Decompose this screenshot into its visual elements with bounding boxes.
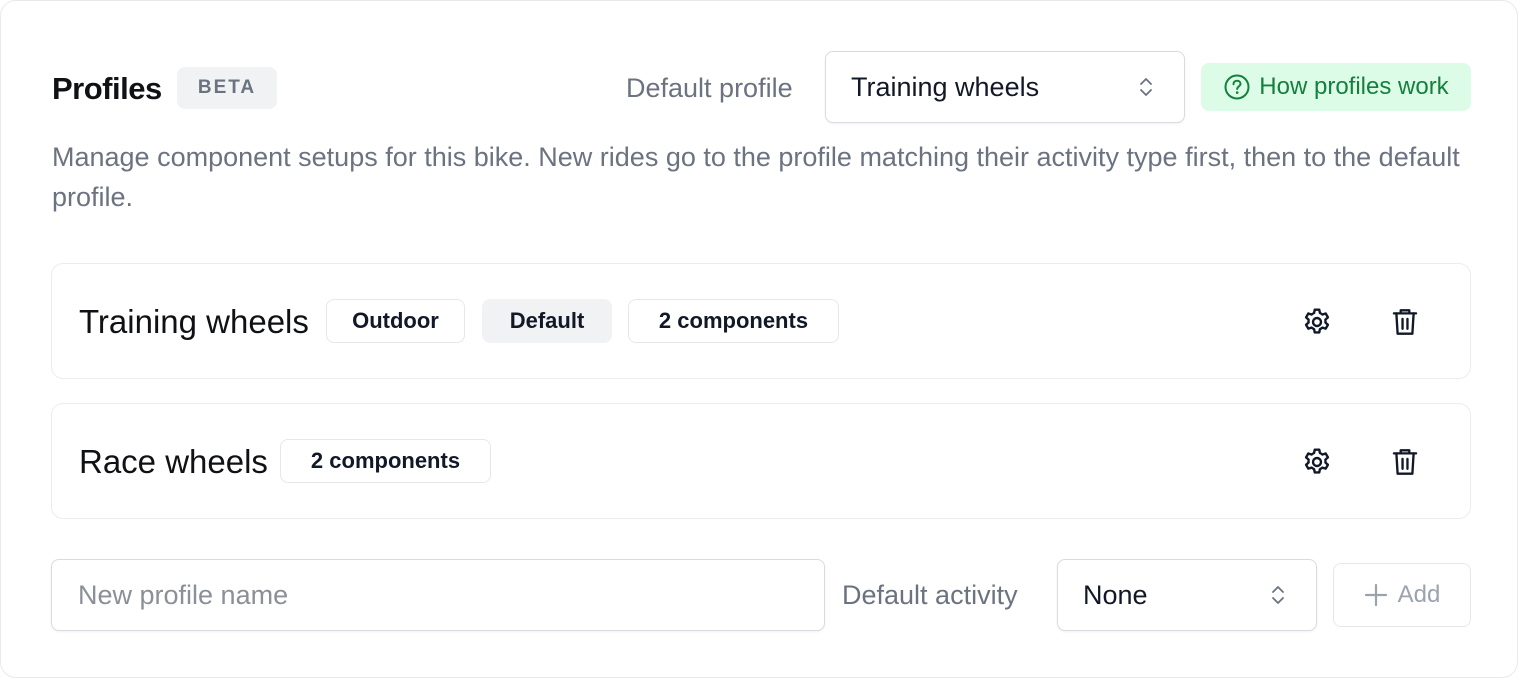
default-profile-value: Training wheels	[851, 71, 1040, 102]
gear-icon[interactable]	[1297, 442, 1337, 482]
page-title: Profiles	[52, 71, 162, 106]
profile-name: Training wheels	[79, 303, 309, 340]
question-circle-icon	[1223, 73, 1251, 101]
how-profiles-work-button[interactable]: How profiles work	[1201, 63, 1471, 111]
default-activity-label: Default activity	[842, 580, 1018, 610]
profile-row: Race wheels 2 components	[51, 403, 1471, 519]
plus-icon	[1364, 583, 1388, 607]
profile-name: Race wheels	[79, 443, 268, 480]
default-tag: Default	[482, 299, 612, 343]
default-activity-value: None	[1083, 579, 1148, 610]
profile-row: Training wheels Outdoor Default 2 compon…	[51, 263, 1471, 379]
chevron-updown-icon	[1258, 583, 1298, 607]
how-profiles-work-label: How profiles work	[1259, 73, 1449, 100]
gear-icon[interactable]	[1297, 302, 1337, 342]
default-profile-label: Default profile	[626, 73, 793, 103]
trash-icon[interactable]	[1385, 302, 1425, 342]
chevron-updown-icon	[1126, 75, 1166, 99]
trash-icon[interactable]	[1385, 442, 1425, 482]
beta-badge: BETA	[177, 67, 277, 109]
add-profile-button[interactable]: Add	[1333, 563, 1471, 627]
components-count-tag: 2 components	[628, 299, 839, 343]
default-profile-select[interactable]: Training wheels	[825, 51, 1185, 123]
description-text: Manage component setups for this bike. N…	[52, 142, 1460, 212]
activity-tag: Outdoor	[326, 299, 465, 343]
default-activity-select[interactable]: None	[1057, 559, 1317, 631]
profiles-card: Profiles BETA Default profile Training w…	[0, 0, 1518, 678]
add-label: Add	[1397, 581, 1441, 608]
components-count-tag: 2 components	[280, 439, 491, 483]
new-profile-name-input[interactable]	[51, 559, 825, 631]
